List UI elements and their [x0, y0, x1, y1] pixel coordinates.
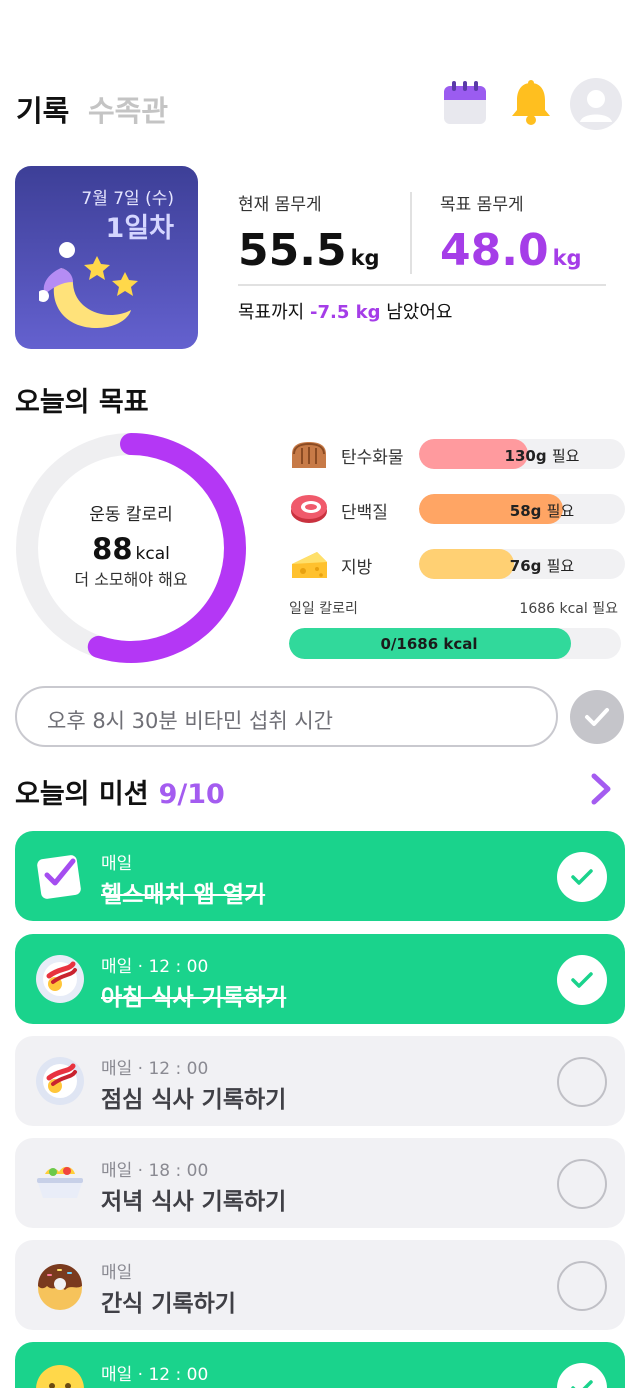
tab-record[interactable]: 기록: [16, 88, 69, 130]
mission-meta: 매일: [101, 854, 133, 874]
bread-icon: [289, 438, 329, 470]
mission-title: 간식 기록하기: [101, 1291, 236, 1317]
divider: [410, 192, 412, 274]
mission-check-button[interactable]: [557, 1363, 607, 1388]
goal-weight-value: 48.0 kg: [440, 225, 582, 276]
mission-check-button[interactable]: [557, 955, 607, 1005]
chevron-right-icon[interactable]: [586, 770, 616, 808]
mission-title: 저녁 식사 기록하기: [101, 1189, 287, 1215]
nutrient-carbs: 탄수화물 130g 필요: [289, 438, 625, 470]
daily-calorie-label: 일일 칼로리: [289, 601, 358, 617]
checklist-icon: [35, 851, 85, 901]
mission-item[interactable]: 매일 · 12 : 00 아침 식사 기록하기: [15, 934, 625, 1024]
check-icon: [571, 972, 593, 988]
calendar-icon[interactable]: [440, 78, 490, 128]
mission-item[interactable]: 매일 헬스매치 앱 열기: [15, 831, 625, 921]
divider: [238, 284, 606, 286]
current-weight-value: 55.5 kg: [238, 225, 380, 276]
nutrient-bar: 76g 필요: [419, 549, 625, 579]
mission-item[interactable]: 매일 · 18 : 00 저녁 식사 기록하기: [15, 1138, 625, 1228]
current-weight: 현재 몸무게 55.5 kg: [238, 190, 380, 276]
daily-calorie-value: 0/1686 kcal: [380, 635, 478, 653]
mission-meta: 매일 · 12 : 00: [101, 1365, 209, 1385]
cheese-icon: [289, 548, 329, 580]
nutrient-name: 단백질: [341, 503, 388, 523]
nutrient-bar: 58g 필요: [419, 494, 625, 524]
breakfast-plate-icon: [35, 954, 85, 1004]
nutrient-amount: 76g 필요: [509, 557, 575, 575]
nutrient-fat: 지방 76g 필요: [289, 548, 625, 580]
meat-icon: [289, 493, 329, 525]
mission-item[interactable]: 매일 · 12 : 00: [15, 1342, 625, 1388]
today-goal-title: 오늘의 목표: [15, 387, 149, 418]
mission-meta: 매일 · 12 : 00: [101, 957, 209, 977]
mission-check-button[interactable]: [557, 852, 607, 902]
current-weight-label: 현재 몸무게: [238, 195, 322, 215]
donut-icon: [35, 1260, 85, 1310]
nutrient-name: 탄수화물: [341, 448, 404, 468]
exercise-calorie-ring: 운동 칼로리 88 kcal 더 소모해야 해요: [15, 432, 247, 664]
nutrient-amount: 130g 필요: [504, 447, 580, 465]
header: 기록 수족관: [16, 78, 624, 134]
mission-count: 9/10: [158, 779, 225, 810]
mission-check-button[interactable]: [557, 1057, 607, 1107]
mission-meta: 매일: [101, 1263, 133, 1283]
goal-weight-label: 목표 몸무게: [440, 195, 524, 215]
day-card: 7월 7일 (수) 1일차: [15, 166, 198, 349]
mission-meta: 매일 · 18 : 00: [101, 1161, 209, 1181]
lunch-plate-icon: [35, 1056, 85, 1106]
dinner-bowl-icon: [35, 1158, 85, 1208]
sleeping-moon-icon: [37, 238, 149, 338]
exercise-label: 운동 칼로리: [89, 505, 173, 525]
mission-check-button[interactable]: [557, 1159, 607, 1209]
goal-weight: 목표 몸무게 48.0 kg: [440, 190, 582, 276]
vitamin-reminder[interactable]: 오후 8시 30분 비타민 섭취 시간: [15, 686, 558, 747]
mission-title: 점심 식사 기록하기: [101, 1087, 287, 1113]
reminder-text: 오후 8시 30분 비타민 섭취 시간: [47, 709, 333, 733]
nutrient-amount: 58g 필요: [509, 502, 575, 520]
nutrient-bar: 130g 필요: [419, 439, 625, 469]
exercise-sub: 더 소모해야 해요: [74, 570, 188, 589]
weight-remaining: 목표까지 -7.5 kg 남았어요: [238, 302, 453, 323]
check-icon: [571, 1380, 593, 1388]
tab-aquarium[interactable]: 수족관: [88, 88, 168, 130]
exercise-value: 88 kcal: [92, 532, 170, 566]
daily-calorie-need: 1686 kcal 필요: [519, 601, 618, 617]
avatar[interactable]: [570, 78, 622, 130]
ring-text: 운동 칼로리 88 kcal 더 소모해야 해요: [15, 432, 247, 664]
nutrient-protein: 단백질 58g 필요: [289, 493, 625, 525]
check-icon: [585, 708, 609, 726]
mission-meta: 매일 · 12 : 00: [101, 1059, 209, 1079]
reminder-check-button[interactable]: [570, 690, 624, 744]
daily-calorie-bar: 0/1686 kcal: [289, 628, 621, 659]
mission-title: 아침 식사 기록하기: [101, 985, 287, 1011]
mission-title: 헬스매치 앱 열기: [101, 882, 266, 908]
today-mission-title: 오늘의 미션 9/10: [15, 779, 225, 810]
mission-item[interactable]: 매일 간식 기록하기: [15, 1240, 625, 1330]
bell-icon[interactable]: [506, 78, 556, 128]
smiley-icon: [35, 1362, 85, 1388]
mission-item[interactable]: 매일 · 12 : 00 점심 식사 기록하기: [15, 1036, 625, 1126]
check-icon: [571, 869, 593, 885]
nutrient-name: 지방: [341, 558, 373, 578]
mission-check-button[interactable]: [557, 1261, 607, 1311]
